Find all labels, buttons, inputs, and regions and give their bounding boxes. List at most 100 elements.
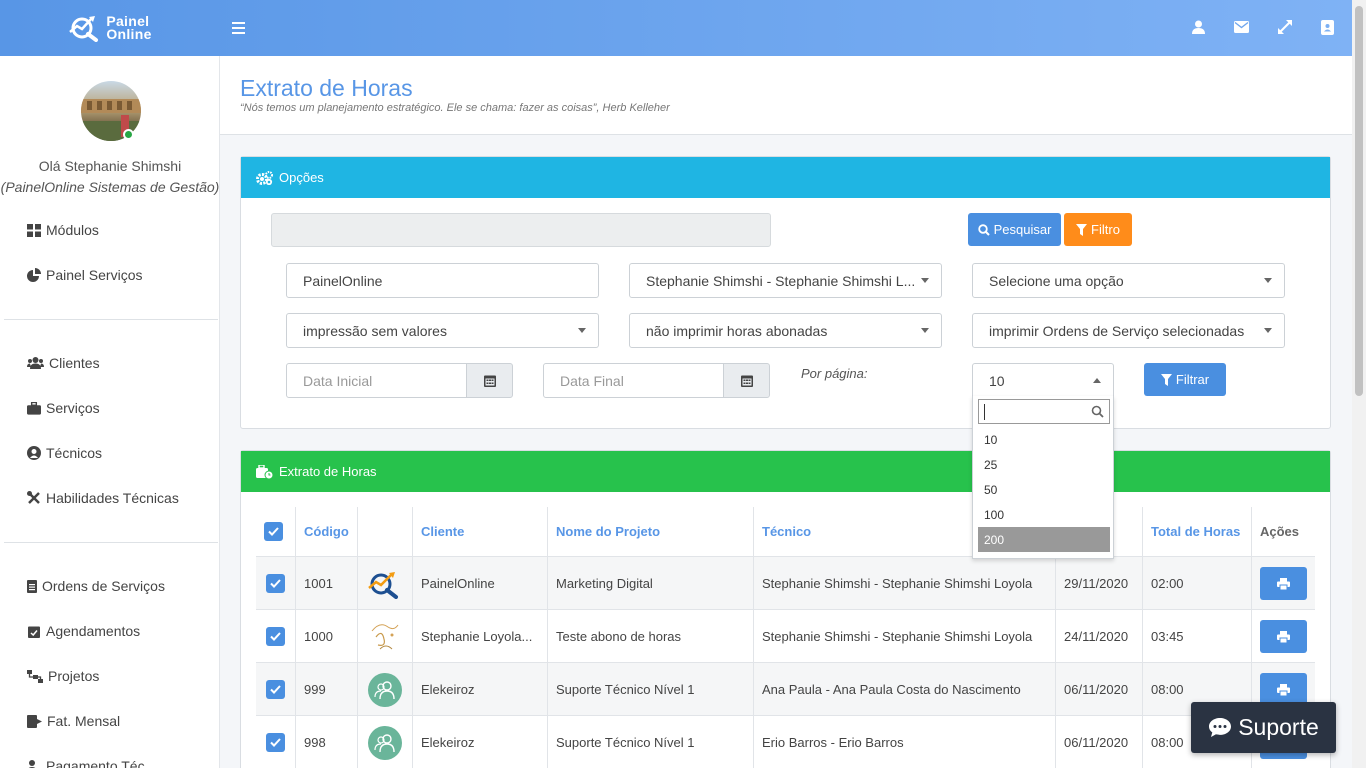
sidebar-item-agendamentos[interactable]: Agendamentos bbox=[27, 623, 140, 639]
client-select[interactable]: PainelOnline bbox=[286, 263, 599, 298]
user-company: (PainelOnline Sistemas de Gestão) bbox=[0, 179, 220, 195]
row-checkbox[interactable] bbox=[266, 733, 285, 752]
options-card-header: Opções bbox=[241, 157, 1330, 198]
brand-name: Painel Online bbox=[106, 13, 152, 42]
user-money-icon bbox=[27, 759, 41, 768]
print-button[interactable] bbox=[1260, 567, 1307, 600]
table-row: 999 Elekeiroz Suporte Técnico Nível 1 An… bbox=[256, 662, 1315, 716]
briefcase-icon bbox=[27, 401, 41, 415]
dropdown-option[interactable]: 10 bbox=[978, 427, 1110, 452]
dropdown-option[interactable]: 100 bbox=[978, 502, 1110, 527]
cell-hours: 03:45 bbox=[1142, 610, 1251, 663]
per-page-select[interactable]: 10 bbox=[972, 363, 1114, 398]
hours-card-header: Extrato de Horas bbox=[241, 451, 1330, 492]
dropdown-option-highlighted[interactable]: 200 bbox=[978, 527, 1110, 552]
cell-project: Teste abono de horas bbox=[547, 610, 753, 663]
start-date-calendar-button[interactable] bbox=[466, 363, 513, 398]
top-navbar: Painel Online bbox=[0, 0, 1352, 56]
sidebar-item-label: Agendamentos bbox=[46, 623, 141, 639]
select-all-header bbox=[256, 507, 295, 556]
column-header-projeto[interactable]: Nome do Projeto bbox=[547, 507, 753, 556]
filter-toggle-button[interactable]: Filtro bbox=[1064, 213, 1132, 246]
search-icon bbox=[1091, 405, 1104, 418]
expand-icon[interactable] bbox=[1276, 18, 1293, 36]
column-header-acoes: Ações bbox=[1251, 507, 1315, 556]
client-logo bbox=[357, 610, 412, 663]
cell-date: 29/11/2020 bbox=[1055, 557, 1142, 610]
column-header-cliente[interactable]: Cliente bbox=[412, 507, 547, 556]
signature-logo-icon bbox=[371, 623, 399, 649]
row-checkbox[interactable] bbox=[266, 574, 285, 593]
brand-logo[interactable]: Painel Online bbox=[0, 0, 220, 56]
cell-code: 1001 bbox=[295, 557, 357, 610]
cell-client: Elekeiroz bbox=[412, 663, 547, 716]
envelope-icon[interactable] bbox=[1233, 18, 1250, 36]
print-icon bbox=[1277, 683, 1290, 696]
search-icon bbox=[977, 223, 990, 236]
sidebar-item-label: Pagamento Téc. bbox=[46, 758, 149, 768]
cogs-icon bbox=[256, 170, 273, 185]
filter-icon bbox=[1076, 223, 1088, 236]
dropdown-option[interactable]: 50 bbox=[978, 477, 1110, 502]
menu-toggle-icon[interactable] bbox=[232, 18, 250, 38]
cell-date: 06/11/2020 bbox=[1055, 716, 1142, 768]
users-round-logo-icon bbox=[368, 672, 402, 707]
sitemap-icon bbox=[27, 669, 43, 683]
cell-project: Suporte Técnico Nível 1 bbox=[547, 716, 753, 768]
painelonline-logo-icon bbox=[69, 16, 99, 42]
hours-select[interactable]: não imprimir horas abonadas bbox=[629, 313, 942, 348]
sidebar-item-label: Clientes bbox=[49, 355, 100, 371]
print-icon bbox=[1277, 630, 1290, 643]
orders-select[interactable]: imprimir Ordens de Serviço selecionadas bbox=[972, 313, 1285, 348]
end-date-input[interactable]: Data Final bbox=[543, 363, 724, 398]
client-logo bbox=[357, 716, 412, 768]
sidebar-item-pagamento[interactable]: Pagamento Téc. bbox=[27, 758, 148, 768]
support-button[interactable]: Suporte bbox=[1191, 702, 1336, 753]
column-header-codigo[interactable]: Código bbox=[295, 507, 357, 556]
apply-filter-button[interactable]: Filtrar bbox=[1144, 363, 1226, 396]
search-button[interactable]: Pesquisar bbox=[968, 213, 1061, 246]
search-text-input[interactable] bbox=[271, 213, 771, 247]
calendar-icon bbox=[483, 374, 496, 387]
column-header-total-horas[interactable]: Total de Horas bbox=[1142, 507, 1251, 556]
print-values-select[interactable]: impressão sem valores bbox=[286, 313, 599, 348]
hours-card-title: Extrato de Horas bbox=[279, 464, 377, 479]
cell-client: PainelOnline bbox=[412, 557, 547, 610]
cell-code: 999 bbox=[295, 663, 357, 716]
calendar-icon bbox=[740, 374, 753, 387]
painelonline-logo-icon bbox=[368, 571, 398, 599]
sidebar-item-habilidades[interactable]: Habilidades Técnicas bbox=[27, 490, 179, 506]
sidebar-item-fat-mensal[interactable]: Fat. Mensal bbox=[27, 713, 120, 729]
sidebar-divider bbox=[4, 542, 218, 543]
sidebar-item-servicos[interactable]: Serviços bbox=[27, 400, 100, 416]
chevron-down-icon bbox=[921, 328, 929, 333]
sidebar-item-tecnicos[interactable]: Técnicos bbox=[27, 445, 102, 461]
page-scrollbar[interactable] bbox=[1352, 0, 1366, 768]
tools-icon bbox=[27, 491, 41, 505]
end-date-calendar-button[interactable] bbox=[723, 363, 770, 398]
address-book-icon[interactable] bbox=[1319, 18, 1336, 36]
sidebar-item-modulos[interactable]: Módulos bbox=[27, 222, 99, 238]
sidebar-item-ordens[interactable]: Ordens de Serviços bbox=[27, 578, 165, 594]
row-checkbox[interactable] bbox=[266, 627, 285, 646]
dropdown-option[interactable]: 25 bbox=[978, 452, 1110, 477]
print-button[interactable] bbox=[1260, 620, 1307, 653]
sidebar-item-projetos[interactable]: Projetos bbox=[27, 668, 99, 684]
sidebar-item-painel-servicos[interactable]: Painel Serviços bbox=[27, 267, 143, 283]
cell-code: 1000 bbox=[295, 610, 357, 663]
sidebar-item-label: Serviços bbox=[46, 400, 100, 416]
dropdown-search-input[interactable] bbox=[978, 399, 1110, 424]
cell-client: Elekeiroz bbox=[412, 716, 547, 768]
chevron-down-icon bbox=[1264, 328, 1272, 333]
sidebar-item-clientes[interactable]: Clientes bbox=[27, 355, 100, 371]
column-header-logo bbox=[357, 507, 412, 556]
user-icon[interactable] bbox=[1190, 18, 1207, 36]
start-date-input[interactable]: Data Inicial bbox=[286, 363, 467, 398]
scrollbar-thumb[interactable] bbox=[1355, 6, 1363, 396]
option-select[interactable]: Selecione uma opção bbox=[972, 263, 1285, 298]
technician-select[interactable]: Stephanie Shimshi - Stephanie Shimshi L.… bbox=[629, 263, 942, 298]
options-card-title: Opções bbox=[279, 170, 324, 185]
page-quote: “Nós temos um planejamento estratégico. … bbox=[240, 102, 670, 114]
select-all-checkbox[interactable] bbox=[264, 522, 283, 541]
row-checkbox[interactable] bbox=[266, 680, 285, 699]
